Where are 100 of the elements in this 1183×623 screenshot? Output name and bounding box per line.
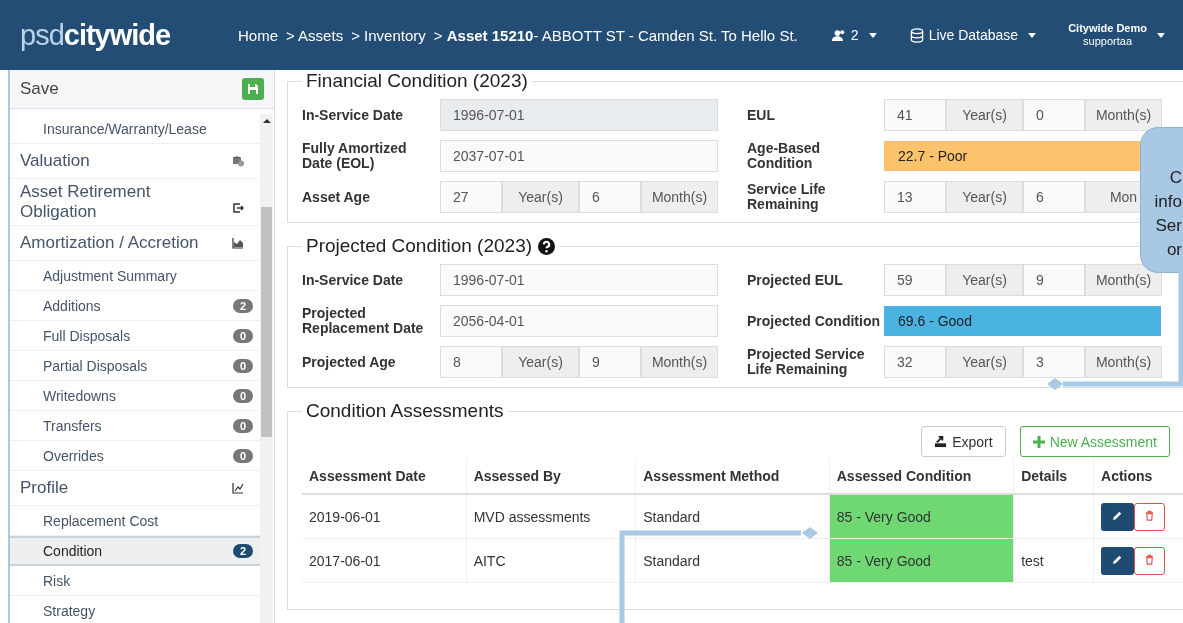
export-button[interactable]: Export [921, 426, 1006, 457]
months-field[interactable]: 6 [579, 181, 641, 213]
edit-button[interactable] [1101, 546, 1135, 575]
unit-label: Month(s) [1085, 99, 1162, 131]
callout-text: C [1169, 167, 1182, 189]
field-label: Age-Based Condition [747, 141, 822, 171]
callout-text: Ser [1155, 215, 1182, 237]
unit-label: Year(s) [502, 346, 579, 378]
nav-label: Valuation [20, 151, 91, 171]
field-label: Projected Age [302, 354, 397, 370]
months-field[interactable]: 3 [1023, 346, 1085, 378]
pencil-icon [1112, 510, 1124, 521]
coins-icon [232, 155, 244, 167]
years-field[interactable]: 8 [440, 346, 502, 378]
edit-button[interactable] [1101, 502, 1135, 531]
unit-label: Month(s) [641, 346, 718, 378]
date-field[interactable]: 2037-07-01 [440, 140, 718, 172]
years-field[interactable]: 59 [884, 264, 946, 296]
count-badge: 0 [232, 388, 253, 403]
field-label: Fully Amortized Date (EOL) [302, 141, 408, 171]
logo[interactable]: psdcitywide [20, 18, 220, 52]
breadcrumb-link[interactable]: > Inventory [351, 26, 426, 44]
nav-label: Insurance/Warranty/Lease [43, 120, 207, 137]
users-icon [830, 27, 847, 43]
date-field[interactable]: 2056-04-01 [440, 305, 718, 337]
area-chart-icon [232, 237, 244, 249]
breadcrumb-link[interactable]: > Assets [286, 26, 344, 44]
column-header: Actions [1093, 459, 1183, 494]
plus-icon [1032, 435, 1045, 448]
field-label: Projected Service Life Remaining [747, 347, 866, 377]
nav-label: Overrides [43, 447, 104, 464]
field-label: Service Life Remaining [747, 182, 827, 212]
table-cell: MVD assessments [466, 494, 636, 539]
condition-rating: 69.6 - Good [884, 306, 1161, 336]
nav-label: Amortization / Accretion [20, 233, 200, 253]
field-label: Projected Condition [747, 313, 881, 329]
nav-label: Adjustment Summary [43, 267, 177, 284]
column-header: Assessment Method [635, 459, 830, 494]
unit-label: Year(s) [946, 99, 1023, 131]
nav-item[interactable]: Full Disposals 0 [10, 321, 260, 351]
years-field[interactable]: 27 [440, 181, 502, 213]
unit-label: Month(s) [641, 181, 718, 213]
save-button[interactable] [242, 78, 264, 100]
table-cell: 2017-06-01 [302, 538, 467, 583]
count-badge: 0 [232, 358, 253, 373]
help-icon[interactable] [538, 237, 556, 255]
unit-label: Month(s) [1085, 264, 1162, 296]
table-cell: 2019-06-01 [302, 494, 467, 539]
database-dropdown[interactable]: Live Database [908, 27, 1037, 43]
nav-section[interactable]: Amortization / Accretion [10, 226, 260, 261]
nav-label: Strategy [43, 602, 96, 619]
nav-label: Profile [20, 478, 70, 498]
count-badge: 2 [232, 544, 253, 558]
nav-item[interactable]: Writedowns 0 [10, 381, 260, 411]
nav-item[interactable]: Condition 2 [10, 536, 260, 566]
floppy-icon [247, 83, 259, 95]
unit-label: Year(s) [946, 346, 1023, 378]
breadcrumb-link[interactable]: Home [238, 26, 278, 44]
condition-cell: 85 - Very Good [829, 494, 1014, 539]
nav-label: Transfers [43, 417, 102, 434]
section-title: Financial Condition (2023) [305, 70, 529, 92]
unit-label: Month(s) [1085, 346, 1162, 378]
nav-item[interactable]: Additions 2 [10, 291, 260, 321]
field-label: EUL [747, 107, 776, 123]
section-title: Condition Assessments [305, 400, 505, 422]
scrollbar[interactable] [260, 114, 273, 623]
years-field[interactable]: 41 [884, 99, 946, 131]
column-header: Details [1013, 459, 1094, 494]
years-field[interactable]: 32 [884, 346, 946, 378]
user-menu[interactable]: Citywide Demo supportaa [1068, 22, 1165, 48]
pencil-icon [1112, 554, 1124, 565]
years-field[interactable]: 13 [884, 181, 946, 213]
nav-item[interactable]: Partial Disposals 0 [10, 351, 260, 381]
field-label: In-Service Date [302, 272, 405, 288]
column-header: Assessed By [466, 459, 636, 494]
count-badge: 0 [232, 418, 253, 433]
delete-button[interactable] [1134, 546, 1166, 575]
nav-item[interactable]: Overrides 0 [10, 441, 260, 471]
date-field[interactable]: 1996-07-01 [440, 264, 718, 296]
nav-label: Asset Retirement Obligation [20, 182, 152, 222]
exit-icon [232, 202, 244, 214]
months-field[interactable]: 9 [579, 346, 641, 378]
breadcrumb-link[interactable]: > Asset 15210- ABBOTT ST - Camden St. To Hello St. [433, 26, 798, 44]
users-dropdown[interactable]: 2 [830, 27, 877, 43]
field-label: Projected EUL [747, 272, 844, 288]
line-chart-icon [232, 482, 244, 494]
months-field[interactable]: 9 [1023, 264, 1085, 296]
trash-icon [1144, 510, 1156, 521]
months-field[interactable]: 6 [1023, 181, 1085, 213]
table-cell: AITC [466, 538, 636, 583]
count-badge: 0 [232, 328, 253, 343]
database-icon [908, 27, 925, 43]
nav-item[interactable]: Transfers 0 [10, 411, 260, 441]
nav-section[interactable]: Valuation [10, 144, 260, 179]
months-field[interactable]: 0 [1023, 99, 1085, 131]
callout-text: or [1166, 239, 1182, 261]
nav-label: Replacement Cost [43, 512, 159, 529]
field-label: Projected Replacement Date [302, 306, 425, 336]
export-icon [934, 435, 948, 448]
delete-button[interactable] [1134, 502, 1166, 531]
